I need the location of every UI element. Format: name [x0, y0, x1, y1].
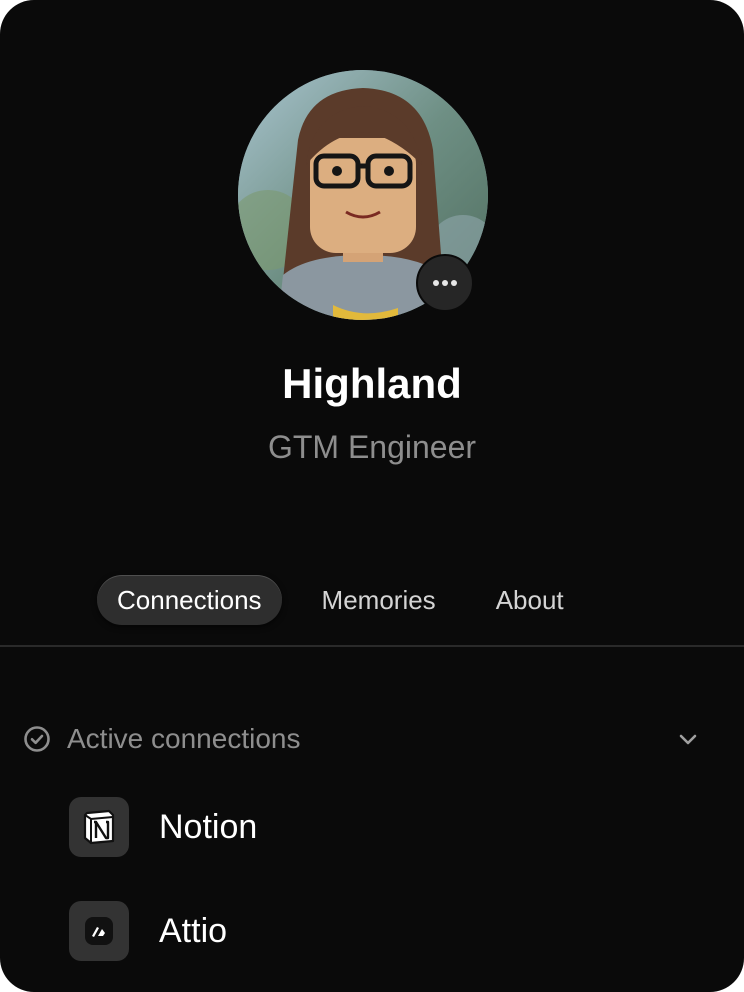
notion-icon — [69, 797, 129, 857]
check-circle-icon — [22, 724, 52, 754]
tab-about[interactable]: About — [476, 575, 584, 625]
avatar-container — [238, 70, 488, 320]
profile-name: Highland — [282, 360, 462, 407]
tab-connections[interactable]: Connections — [97, 575, 282, 625]
connection-label: Notion — [159, 807, 258, 846]
profile-role: GTM Engineer — [267, 429, 477, 465]
attio-icon — [69, 901, 129, 961]
divider — [0, 645, 744, 647]
more-options-button[interactable] — [416, 254, 474, 312]
section-title: Active connections — [67, 723, 301, 754]
tab-memories[interactable]: Memories — [302, 575, 456, 625]
chevron-down-icon[interactable] — [674, 725, 702, 753]
connection-item-attio[interactable]: Attio — [69, 901, 669, 961]
ellipsis-icon — [433, 280, 457, 286]
connection-label: Attio — [159, 911, 228, 950]
connection-item-notion[interactable]: Notion — [69, 797, 669, 857]
tab-bar: Connections Memories About — [97, 575, 584, 625]
profile-card: Highland GTM Engineer Connections Memori… — [0, 0, 744, 992]
active-connections-header[interactable]: Active connections — [22, 718, 702, 760]
